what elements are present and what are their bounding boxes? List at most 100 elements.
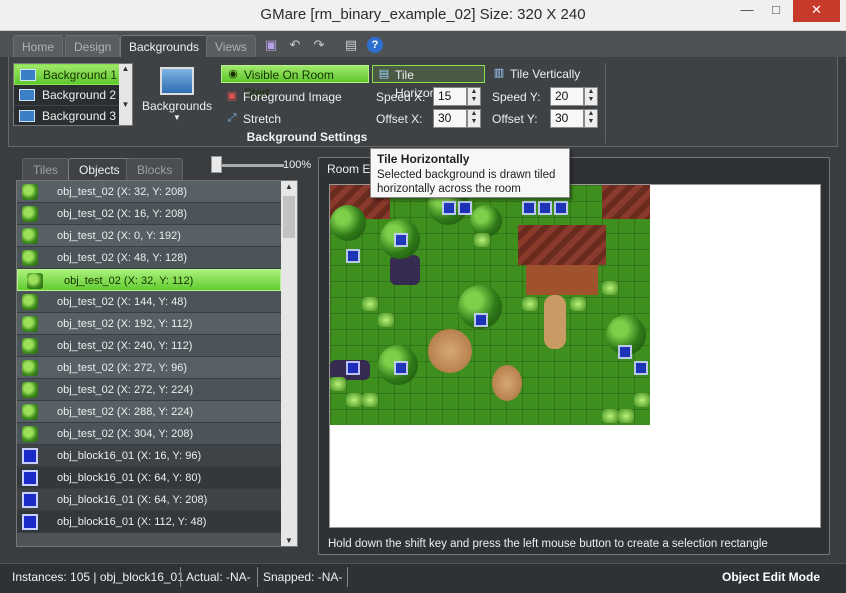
block-instance[interactable] [522,201,536,215]
bush-instance[interactable] [378,313,394,327]
block-instance[interactable] [458,201,472,215]
list-item[interactable]: obj_test_02 (X: 272, Y: 96) [17,357,281,379]
block-object-icon [22,448,38,464]
list-item[interactable]: obj_test_02 (X: 304, Y: 208) [17,423,281,445]
speed-y-input[interactable]: 20 [550,87,584,106]
house-roof [518,225,606,265]
object-list[interactable]: obj_test_02 (X: 32, Y: 208) obj_test_02 (… [17,181,281,546]
speed-x-input[interactable]: 15 [433,87,467,106]
object-list-scrollbar[interactable]: ▲ ▼ [281,181,297,546]
tab-home[interactable]: Home [13,35,64,57]
background-list-scrollbar[interactable]: ▲ ▼ [119,64,132,125]
tab-tiles[interactable]: Tiles [22,158,69,180]
bush-instance[interactable] [634,393,650,407]
block-instance[interactable] [474,313,488,327]
room-map[interactable] [330,185,650,425]
backgrounds-dropdown-button[interactable]: Backgrounds ▼ [139,65,215,131]
block-instance[interactable] [394,361,408,375]
background-list-item[interactable]: Background 1 [14,64,132,85]
list-item[interactable]: obj_test_02 (X: 48, Y: 128) [17,247,281,269]
status-divider [347,567,348,587]
bush-instance[interactable] [618,409,634,423]
block-instance[interactable] [346,361,360,375]
zoom-slider-track[interactable] [214,164,284,167]
image-icon [19,89,35,101]
background-list-item[interactable]: Background 2 [14,85,132,106]
bush-object-icon [22,360,38,376]
minimize-button[interactable]: — [733,0,761,22]
scroll-up-icon[interactable]: ▲ [281,182,297,191]
list-item-label: obj_block16_01 (X: 64, Y: 80) [57,472,202,484]
bush-object-icon [22,206,38,222]
list-item[interactable]: obj_block16_01 (X: 112, Y: 48) [17,511,281,533]
stretch-toggle[interactable]: ⤢ Stretch [221,110,287,128]
list-item[interactable]: obj_block16_01 (X: 64, Y: 208) [17,489,281,511]
zoom-slider-thumb[interactable] [211,156,222,173]
list-item[interactable]: obj_test_02 (X: 288, Y: 224) [17,401,281,423]
redo-icon[interactable]: ↷ [311,37,327,53]
background-list[interactable]: Background 1 Background 2 Background 3 ▲… [13,63,133,127]
undo-icon[interactable]: ↶ [287,37,303,53]
list-item[interactable]: obj_test_02 (X: 272, Y: 224) [17,379,281,401]
offset-y-input[interactable]: 30 [550,109,584,128]
bush-object-icon [22,382,38,398]
list-item[interactable]: obj_block16_01 (X: 64, Y: 80) [17,467,281,489]
image-icon [160,67,194,95]
bush-instance[interactable] [330,377,346,391]
tab-views[interactable]: Views [206,35,256,57]
foreground-image-toggle[interactable]: ▣ Foreground Image [221,88,348,106]
offset-x-stepper[interactable]: ▲ ▼ [467,109,481,128]
scroll-down-icon[interactable]: ▼ [281,536,297,545]
block-instance[interactable] [634,361,648,375]
background-list-item[interactable]: Background 3 [14,106,132,127]
list-item[interactable]: obj_test_02 (X: 16, Y: 208) [17,203,281,225]
list-item-label: obj_test_02 (X: 16, Y: 208) [57,208,188,220]
block-instance[interactable] [618,345,632,359]
offset-y-label: Offset Y: [492,112,538,126]
speed-y-stepper[interactable]: ▲ ▼ [584,87,598,106]
close-button[interactable]: ✕ [793,0,840,22]
block-instance[interactable] [538,201,552,215]
save-icon[interactable]: ▣ [263,37,279,53]
block-instance[interactable] [442,201,456,215]
list-item-label: obj_test_02 (X: 272, Y: 224) [57,384,194,396]
book-icon[interactable]: ▤ [343,37,359,53]
list-item[interactable]: obj_test_02 (X: 192, Y: 112) [17,313,281,335]
backgrounds-button-label: Backgrounds [141,99,213,113]
bush-instance[interactable] [522,297,538,311]
list-item[interactable]: obj_test_02 (X: 32, Y: 112) [17,269,281,291]
bush-instance[interactable] [362,297,378,311]
bush-instance[interactable] [346,393,362,407]
scrollbar-thumb[interactable] [283,196,295,238]
help-icon[interactable]: ? [367,37,383,53]
bush-instance[interactable] [362,393,378,407]
list-item[interactable]: obj_test_02 (X: 144, Y: 48) [17,291,281,313]
room-editor-panel: Room Editor Hold down the shift key and … [318,157,830,555]
list-item[interactable]: obj_test_02 (X: 0, Y: 192) [17,225,281,247]
room-canvas[interactable] [329,184,821,528]
tab-backgrounds[interactable]: Backgrounds [120,35,209,57]
tile-vertically-toggle[interactable]: ▥ Tile Vertically [488,65,586,83]
tab-blocks[interactable]: Blocks [126,158,184,180]
list-item-label: obj_test_02 (X: 304, Y: 208) [57,428,194,440]
block-instance[interactable] [394,233,408,247]
list-item[interactable]: obj_block16_01 (X: 16, Y: 96) [17,445,281,467]
bush-instance[interactable] [602,281,618,295]
bush-instance[interactable] [602,409,618,423]
tile-horizontally-toggle[interactable]: ▤ Tile Horizontally [372,65,485,100]
block-instance[interactable] [346,249,360,263]
block-instance[interactable] [554,201,568,215]
tab-design[interactable]: Design [65,35,121,57]
offset-y-stepper[interactable]: ▲ ▼ [584,109,598,128]
tab-objects[interactable]: Objects [68,158,131,180]
ribbon-divider [605,63,606,143]
offset-x-input[interactable]: 30 [433,109,467,128]
bush-instance[interactable] [570,297,586,311]
list-item[interactable]: obj_test_02 (X: 240, Y: 112) [17,335,281,357]
speed-x-stepper[interactable]: ▲ ▼ [467,87,481,106]
list-item-label: obj_test_02 (X: 192, Y: 112) [57,318,193,330]
list-item[interactable]: obj_test_02 (X: 32, Y: 208) [17,181,281,203]
maximize-button[interactable]: □ [762,0,790,22]
visible-on-room-start-toggle[interactable]: ◉ Visible On Room Start [221,65,369,100]
bush-instance[interactable] [474,233,490,247]
